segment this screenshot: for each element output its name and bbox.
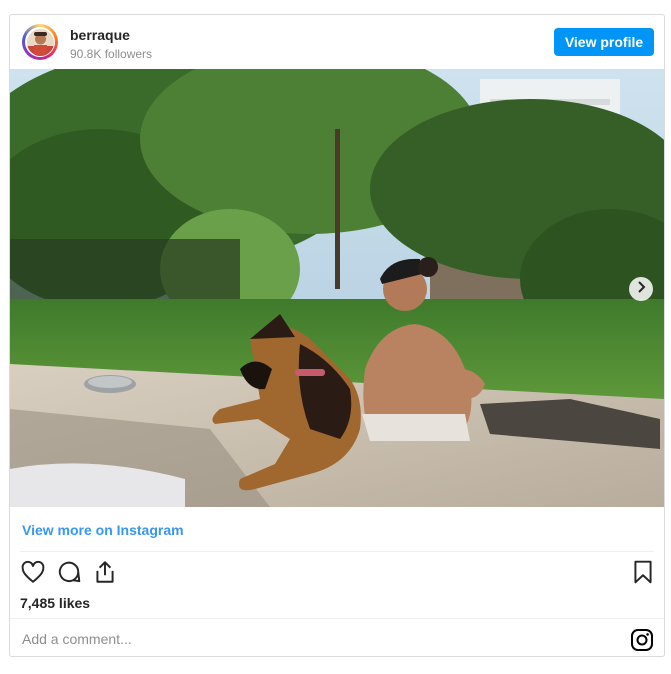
view-more-link[interactable]: View more on Instagram xyxy=(22,522,184,538)
username[interactable]: berraque xyxy=(70,27,152,44)
post-photo[interactable] xyxy=(10,69,664,507)
like-count[interactable]: 7,485 likes xyxy=(20,595,90,611)
avatar[interactable] xyxy=(22,24,58,60)
divider xyxy=(10,618,664,619)
comment-input[interactable] xyxy=(20,627,584,651)
post-header: berraque 90.8K followers View profile xyxy=(10,15,664,69)
view-profile-button[interactable]: View profile xyxy=(554,28,654,56)
action-bar xyxy=(20,559,656,587)
comment-icon[interactable] xyxy=(56,559,82,585)
heart-icon[interactable] xyxy=(20,559,46,585)
user-info: berraque 90.8K followers xyxy=(70,27,152,62)
chevron-right-icon xyxy=(636,280,646,298)
instagram-icon[interactable] xyxy=(630,628,654,652)
instagram-embed-card: berraque 90.8K followers View profile Vi… xyxy=(9,14,665,657)
share-icon[interactable] xyxy=(92,559,118,585)
next-photo-button[interactable] xyxy=(629,277,653,301)
avatar-image xyxy=(26,28,54,56)
bookmark-icon[interactable] xyxy=(630,559,656,585)
follower-count: 90.8K followers xyxy=(70,47,153,61)
divider xyxy=(20,551,654,552)
